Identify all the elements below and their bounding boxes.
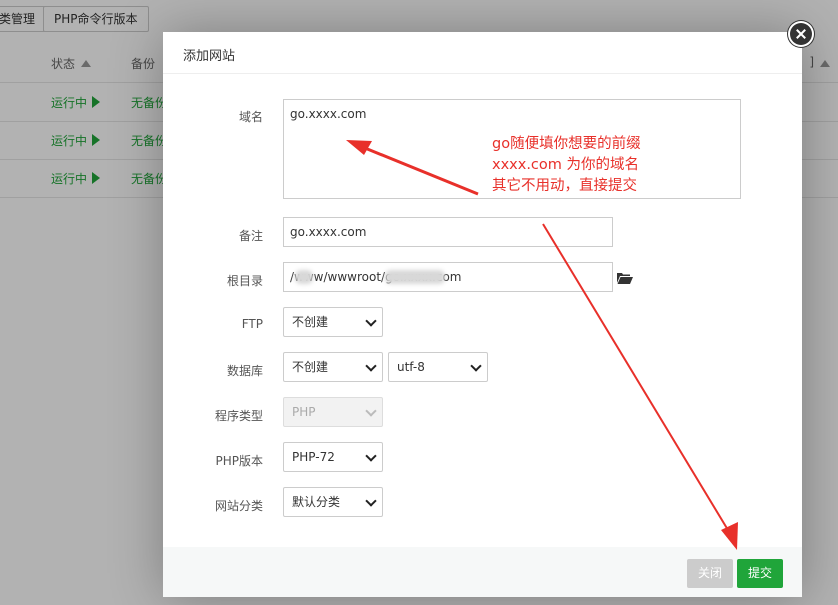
program-type-select: PHP — [283, 397, 383, 427]
database-select[interactable]: 不创建 — [283, 352, 383, 382]
ftp-select[interactable]: 不创建 — [283, 307, 383, 337]
program-type-label: 程序类型 — [214, 409, 263, 423]
redaction-mask — [295, 270, 313, 284]
php-version-label: PHP版本 — [215, 454, 264, 468]
charset-select[interactable]: utf-8 — [388, 352, 488, 382]
chevron-down-icon — [470, 360, 482, 372]
chevron-down-icon — [365, 360, 377, 372]
annotation-line: 其它不用动，直接提交 — [492, 178, 637, 194]
chevron-down-icon — [365, 405, 377, 417]
remark-input[interactable] — [283, 217, 613, 247]
chevron-down-icon — [365, 495, 377, 507]
php-version-select[interactable]: PHP-72 — [283, 442, 383, 472]
ftp-select-value: 不创建 — [292, 315, 329, 329]
annotation-line: go随便填你想要的前缀 — [492, 136, 641, 152]
charset-select-value: utf-8 — [397, 360, 425, 374]
domain-label: 域名 — [238, 110, 263, 124]
close-button[interactable]: 关闭 — [687, 559, 733, 588]
program-type-select-value: PHP — [292, 405, 316, 419]
annotation-line: xxxx.com 为你的域名 — [492, 157, 640, 173]
ftp-label: FTP — [241, 317, 263, 331]
submit-button[interactable]: 提交 — [737, 559, 783, 588]
redaction-mask — [385, 270, 445, 284]
annotation-text: go随便填你想要的前缀 xxxx.com 为你的域名 其它不用动，直接提交 — [492, 134, 641, 197]
root-dir-input[interactable] — [283, 262, 613, 292]
remark-label: 备注 — [238, 229, 263, 243]
dialog-header: 添加网站 — [163, 32, 802, 74]
site-category-label: 网站分类 — [214, 499, 263, 513]
database-label: 数据库 — [226, 364, 263, 378]
dialog-footer: 关闭 提交 — [163, 547, 802, 597]
chevron-down-icon — [365, 315, 377, 327]
site-category-select-value: 默认分类 — [292, 495, 341, 509]
folder-open-icon[interactable] — [617, 272, 633, 284]
chevron-down-icon — [365, 450, 377, 462]
site-category-select[interactable]: 默认分类 — [283, 487, 383, 517]
php-version-select-value: PHP-72 — [292, 450, 335, 464]
dialog-title: 添加网站 — [183, 49, 236, 64]
database-select-value: 不创建 — [292, 360, 329, 374]
root-dir-label: 根目录 — [226, 274, 263, 288]
close-icon[interactable] — [788, 21, 814, 47]
add-site-dialog: 添加网站 域名 go.xxxx.com 备注 根目录 FTP 不创建 数据库 不… — [163, 32, 802, 597]
